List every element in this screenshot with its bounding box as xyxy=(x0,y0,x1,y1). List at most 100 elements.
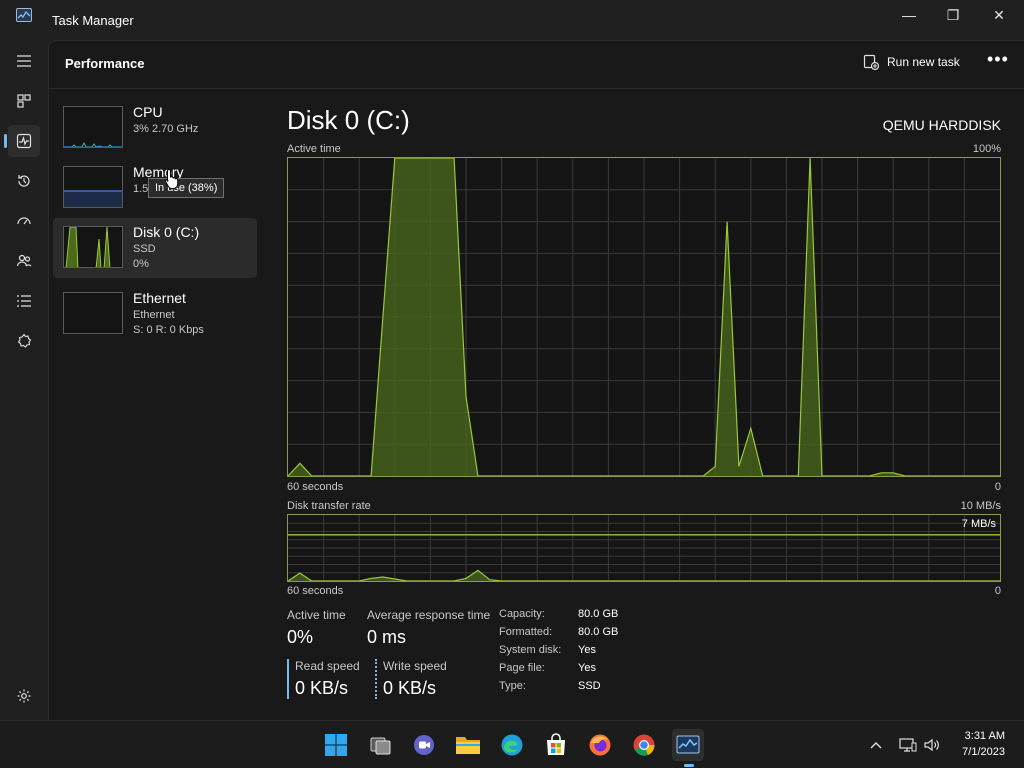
nav-services[interactable] xyxy=(8,325,40,357)
transfer-rate-chart: 7 MB/s xyxy=(287,514,1001,582)
memory-tooltip: In use (38%) xyxy=(148,178,225,198)
disk-title: Disk 0 (C:) xyxy=(287,105,410,135)
speaker-volume-icon xyxy=(924,738,939,752)
transfer-rate-chart-label: Disk transfer rate xyxy=(287,500,371,512)
hamburger-menu-button[interactable] xyxy=(8,45,40,77)
chrome-icon xyxy=(633,734,655,756)
page-title: Performance xyxy=(65,56,145,71)
nav-details[interactable] xyxy=(8,285,40,317)
resource-item-disk[interactable]: Disk 0 (C:) SSD 0% xyxy=(53,218,257,278)
services-icon xyxy=(17,333,32,348)
read-speed-bar xyxy=(287,659,289,699)
store-button[interactable] xyxy=(540,729,572,761)
stat-active-time-value: 0% xyxy=(287,627,314,647)
run-new-task-button[interactable]: Run new task xyxy=(863,54,960,70)
file-explorer-button[interactable] xyxy=(452,729,484,761)
nav-app-history[interactable] xyxy=(8,165,40,197)
resource-item-cpu[interactable]: CPU 3% 2.70 GHz xyxy=(53,98,257,158)
resource-detail: 3% 2.70 GHz xyxy=(133,123,199,135)
task-manager-button[interactable] xyxy=(672,729,704,767)
prop-page-file-key: Page file: xyxy=(499,662,545,674)
clock-time[interactable]: 3:31 AM xyxy=(965,730,1005,742)
resource-name: Ethernet xyxy=(133,290,186,306)
chrome-button[interactable] xyxy=(628,729,660,761)
ethernet-thumbnail-graph xyxy=(63,292,123,334)
task-view-button[interactable] xyxy=(364,729,396,761)
users-icon xyxy=(16,254,32,267)
microsoft-store-icon xyxy=(547,733,565,755)
resource-detail: 1.5 xyxy=(133,183,149,195)
start-button[interactable] xyxy=(320,729,352,761)
taskbar: 3:31 AM 7/1/2023 xyxy=(0,720,1024,768)
hamburger-menu-icon xyxy=(17,55,31,67)
nav-settings[interactable] xyxy=(8,680,40,712)
hand-cursor-icon xyxy=(165,168,179,189)
startup-apps-icon xyxy=(17,217,31,225)
performance-page: Performance Run new task ••• CPU 3% 2.70… xyxy=(48,40,1024,720)
minimize-button[interactable]: — xyxy=(886,0,932,32)
transfer-rate-chart-svg xyxy=(288,515,1000,581)
resource-detail-throughput: S: 0 R: 0 Kbps xyxy=(133,324,204,336)
prop-type-key: Type: xyxy=(499,680,526,692)
resource-detail: SSD xyxy=(133,243,156,255)
run-new-task-icon xyxy=(863,54,879,70)
active-time-x-zero: 0 xyxy=(994,481,1001,493)
memory-thumbnail-graph xyxy=(63,166,123,208)
nav-processes[interactable] xyxy=(8,85,40,117)
resource-item-ethernet[interactable]: Ethernet Ethernet S: 0 R: 0 Kbps xyxy=(53,284,257,344)
stat-avg-response-value: 0 ms xyxy=(367,627,407,647)
windows-start-icon xyxy=(325,734,347,756)
processes-icon xyxy=(17,94,31,108)
chat-button[interactable] xyxy=(408,729,440,761)
teams-chat-icon xyxy=(414,735,434,755)
firefox-icon xyxy=(589,734,611,756)
prop-capacity-key: Capacity: xyxy=(499,608,545,620)
prop-formatted-value: 80.0 GB xyxy=(578,626,619,638)
run-new-task-label: Run new task xyxy=(887,55,960,69)
stat-write-speed-label: Write speed xyxy=(383,659,447,673)
transfer-x-label: 60 seconds xyxy=(287,585,344,597)
app-history-icon xyxy=(18,175,30,187)
firefox-button[interactable] xyxy=(584,729,616,761)
details-icon xyxy=(17,295,31,307)
prop-page-file-value: Yes xyxy=(578,662,596,674)
transfer-ref-label: 7 MB/s xyxy=(961,518,996,530)
chevron-up-icon xyxy=(870,742,882,749)
prop-system-disk-value: Yes xyxy=(578,644,596,656)
file-explorer-icon xyxy=(456,737,480,754)
performance-icon xyxy=(16,133,32,149)
resource-name: CPU xyxy=(133,104,163,120)
resource-detail: Ethernet xyxy=(133,309,175,321)
task-view-icon xyxy=(370,737,391,755)
navigation-pane xyxy=(0,40,48,720)
restore-button[interactable]: ❐ xyxy=(930,0,976,32)
prop-formatted-key: Formatted: xyxy=(499,626,553,638)
prop-system-disk-key: System disk: xyxy=(499,644,562,656)
transfer-x-zero: 0 xyxy=(994,585,1001,597)
nav-performance[interactable] xyxy=(4,125,40,157)
active-app-indicator xyxy=(684,764,694,767)
window-title: Task Manager xyxy=(52,13,134,28)
resource-detail-usage: 0% xyxy=(133,258,149,270)
nav-startup-apps[interactable] xyxy=(8,205,40,237)
active-time-chart xyxy=(287,157,1001,477)
nav-users[interactable] xyxy=(8,245,40,277)
more-options-button[interactable]: ••• xyxy=(987,49,1009,70)
stat-write-speed-value: 0 KB/s xyxy=(383,678,437,698)
prop-type-value: SSD xyxy=(578,680,601,692)
disk-thumbnail-graph xyxy=(63,226,123,268)
settings-gear-icon xyxy=(17,689,31,703)
show-hidden-icons-button[interactable] xyxy=(860,729,892,761)
header-divider xyxy=(49,88,1024,89)
write-speed-bar xyxy=(375,659,377,699)
active-time-chart-svg xyxy=(288,158,1000,476)
volume-button[interactable] xyxy=(916,729,948,761)
task-manager-app-icon xyxy=(16,8,32,22)
active-time-chart-label: Active time xyxy=(287,143,341,155)
edge-button[interactable] xyxy=(496,729,528,761)
cpu-thumbnail-graph xyxy=(63,106,123,148)
prop-capacity-value: 80.0 GB xyxy=(578,608,619,620)
task-manager-icon xyxy=(676,735,700,754)
clock-date[interactable]: 7/1/2023 xyxy=(962,746,1005,758)
close-button[interactable]: ✕ xyxy=(976,0,1022,32)
